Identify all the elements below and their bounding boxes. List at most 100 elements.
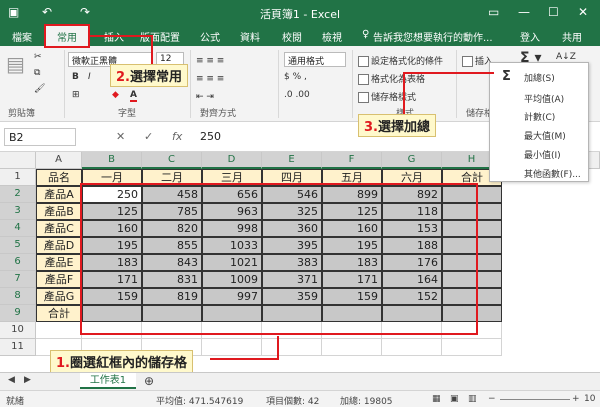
column-header-D[interactable]: D [202, 152, 262, 169]
font-color-icon[interactable]: A [130, 90, 137, 102]
cancel-icon[interactable]: ✕ [116, 130, 125, 143]
select-all-corner[interactable] [0, 152, 36, 169]
paste-icon[interactable]: ▤ [6, 52, 25, 76]
font-group-label: 字型 [118, 109, 137, 119]
row-header-7[interactable]: 7 [0, 271, 36, 288]
sort-filter-icon[interactable]: A↓Z [556, 52, 576, 62]
cell-E11[interactable] [262, 339, 322, 356]
alignment-group-label: 對齊方式 [200, 109, 237, 119]
row-header-6[interactable]: 6 [0, 254, 36, 271]
currency-icon[interactable]: $ % , [284, 72, 307, 82]
row-header-5[interactable]: 5 [0, 237, 36, 254]
tab-formulas[interactable]: 公式 [200, 29, 220, 44]
column-header-A[interactable]: A [36, 152, 82, 169]
italic-button[interactable]: I [88, 72, 91, 82]
formula-input[interactable]: 250 [200, 130, 221, 143]
menu-item-count[interactable]: 計數(C) [524, 110, 555, 123]
share-button[interactable]: 共用 [562, 29, 582, 44]
next-sheet-icon[interactable]: ▶ [24, 375, 31, 385]
sigma-icon: Σ [502, 69, 511, 84]
row-header-4[interactable]: 4 [0, 220, 36, 237]
zoom-out-icon[interactable]: − [488, 394, 496, 404]
fill-color-icon[interactable]: ◆ [112, 90, 119, 100]
border-icon[interactable]: ⊞ [72, 90, 80, 100]
step1-callout: 1.圈選紅框內的儲存格 [50, 350, 193, 373]
cell-H11[interactable] [442, 339, 502, 356]
cell-D11[interactable] [202, 339, 262, 356]
name-box[interactable]: B2 [4, 128, 76, 146]
step2-arrow-vert [151, 35, 153, 65]
cell-A4[interactable]: 產品C [36, 220, 82, 237]
cell-A6[interactable]: 產品E [36, 254, 82, 271]
step3-callout: 3.選擇加總 [358, 114, 436, 137]
align-top-icon[interactable]: ≡ ≡ ≡ [196, 56, 224, 66]
cell-A5[interactable]: 產品D [36, 237, 82, 254]
window-title: 活頁簿1 - Excel [259, 8, 341, 21]
selection-highlight-box [80, 183, 478, 335]
column-header-B[interactable]: B [82, 152, 142, 169]
row-header-9[interactable]: 9 [0, 305, 36, 322]
tell-me-search[interactable]: 告訴我您想要執行的動作... [373, 29, 493, 44]
tab-file[interactable]: 檔案 [12, 29, 32, 44]
decimal-icon[interactable]: .0 .00 [284, 90, 310, 100]
cell-A1[interactable]: 品名 [36, 169, 82, 186]
copy-icon[interactable]: ⧉ [34, 68, 40, 78]
cell-A2[interactable]: 產品A [36, 186, 82, 203]
cell-A7[interactable]: 產品F [36, 271, 82, 288]
indent-icon[interactable]: ⇤ ⇥ [196, 92, 214, 102]
home-tab-highlight-box [44, 24, 90, 48]
number-format-combo[interactable]: 通用格式 [284, 52, 346, 67]
align-left-icon[interactable]: ≡ ≡ ≡ [196, 74, 224, 84]
clipboard-group-label: 剪貼簿 [8, 109, 36, 119]
ribbon-options-icon[interactable]: ▭ [488, 5, 499, 19]
row-header-10[interactable]: 10 [0, 322, 36, 339]
row-header-1[interactable]: 1 [0, 169, 36, 186]
zoom-slider[interactable] [500, 399, 570, 400]
menu-item-more-functions[interactable]: 其他函數(F)... [524, 167, 581, 180]
sign-in-link[interactable]: 登入 [520, 29, 540, 44]
menu-item-min[interactable]: 最小值(I) [524, 148, 561, 161]
cut-icon[interactable]: ✂ [34, 52, 42, 62]
row-header-8[interactable]: 8 [0, 288, 36, 305]
row-header-11[interactable]: 11 [0, 339, 36, 356]
table-icon [358, 74, 369, 85]
menu-item-average[interactable]: 平均值(A) [524, 92, 564, 105]
menu-item-max[interactable]: 最大值(M) [524, 129, 566, 142]
conditional-format-button[interactable]: 設定格式化的條件 [358, 54, 443, 67]
zoom-level[interactable]: 10 [584, 394, 595, 404]
page-break-icon[interactable]: ▥ [468, 394, 477, 404]
sheet-tab-1[interactable]: 工作表1 [80, 373, 136, 389]
prev-sheet-icon[interactable]: ◀ [8, 375, 15, 385]
status-sum: 加總: 19805 [340, 397, 393, 407]
cell-styles-button[interactable]: 儲存格樣式 [358, 90, 416, 103]
normal-view-icon[interactable]: ▦ [432, 394, 441, 404]
cell-A3[interactable]: 產品B [36, 203, 82, 220]
page-layout-icon[interactable]: ▣ [450, 394, 459, 404]
add-sheet-icon[interactable]: ⊕ [144, 374, 154, 388]
cell-G11[interactable] [382, 339, 442, 356]
tab-data[interactable]: 資料 [240, 29, 260, 44]
cell-A9[interactable]: 合計 [36, 305, 82, 322]
column-header-F[interactable]: F [322, 152, 382, 169]
close-icon[interactable]: ✕ [578, 5, 588, 19]
maximize-icon[interactable]: ☐ [548, 5, 559, 19]
title-bar: ▣ ↶ ↷ 活頁簿1 - Excel ▭ — ☐ ✕ [0, 0, 600, 26]
row-header-2[interactable]: 2 [0, 186, 36, 203]
column-header-E[interactable]: E [262, 152, 322, 169]
insert-function-icon[interactable]: fx [172, 130, 182, 143]
step3-arrow-vert [403, 72, 405, 114]
cell-A8[interactable]: 產品G [36, 288, 82, 305]
enter-icon[interactable]: ✓ [144, 130, 153, 143]
row-header-3[interactable]: 3 [0, 203, 36, 220]
menu-item-sum[interactable]: 加總(S) [524, 71, 555, 84]
column-header-C[interactable]: C [142, 152, 202, 169]
cell-A10[interactable] [36, 322, 82, 339]
minimize-icon[interactable]: — [518, 5, 530, 19]
column-header-G[interactable]: G [382, 152, 442, 169]
format-painter-icon[interactable]: 🖌 [34, 84, 45, 94]
tab-view[interactable]: 檢視 [322, 29, 342, 44]
tab-review[interactable]: 校閱 [282, 29, 302, 44]
bold-button[interactable]: B [72, 72, 79, 82]
cell-F11[interactable] [322, 339, 382, 356]
zoom-in-icon[interactable]: + [572, 394, 580, 404]
